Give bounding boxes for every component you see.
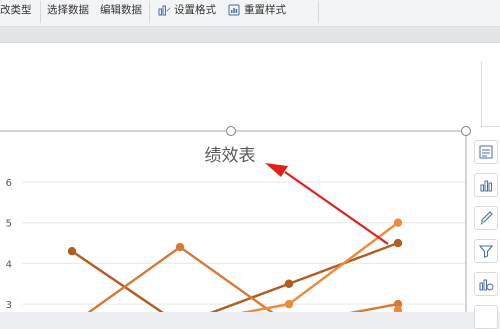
chart-filter-button[interactable] xyxy=(474,239,498,263)
chart-settings-icon xyxy=(479,279,494,291)
chart-style-button[interactable] xyxy=(474,173,498,197)
chart-elements-icon xyxy=(479,145,493,159)
resize-handle-top[interactable] xyxy=(226,126,236,136)
chart-more-button[interactable] xyxy=(474,305,498,329)
data-point-s3-4[interactable] xyxy=(393,218,403,227)
series-line-3[interactable] xyxy=(72,221,399,312)
data-point-s1-4[interactable] xyxy=(393,238,403,248)
y-axis-ticks: 3 4 5 6 xyxy=(6,178,12,311)
series-line-1[interactable] xyxy=(71,241,399,312)
chart-style-icon xyxy=(480,180,492,192)
filter-icon xyxy=(478,245,494,258)
y-tick-label: 3 xyxy=(6,300,12,311)
chart-brush-button[interactable] xyxy=(474,206,498,230)
y-tick-label: 5 xyxy=(6,219,12,230)
data-point-s3-3[interactable] xyxy=(284,299,294,309)
chart-settings-button[interactable] xyxy=(474,272,498,296)
data-point-s2-2[interactable] xyxy=(175,242,185,252)
chart-elements-button[interactable] xyxy=(474,140,498,164)
series-line-2[interactable] xyxy=(72,245,399,312)
brush-icon xyxy=(481,211,493,225)
data-point-s1-1[interactable] xyxy=(67,246,77,256)
line-chart[interactable]: 3 4 5 6 绩效表 xyxy=(0,0,500,312)
series-layer xyxy=(67,218,403,312)
chart-title[interactable]: 绩效表 xyxy=(205,146,256,166)
y-tick-label: 4 xyxy=(6,259,12,270)
annotation-arrow-line xyxy=(284,171,389,245)
resize-handle-top-right[interactable] xyxy=(461,126,471,136)
y-tick-label: 6 xyxy=(6,178,12,189)
annotation-arrow-head xyxy=(265,163,288,177)
data-point-s1-3[interactable] xyxy=(284,279,294,288)
